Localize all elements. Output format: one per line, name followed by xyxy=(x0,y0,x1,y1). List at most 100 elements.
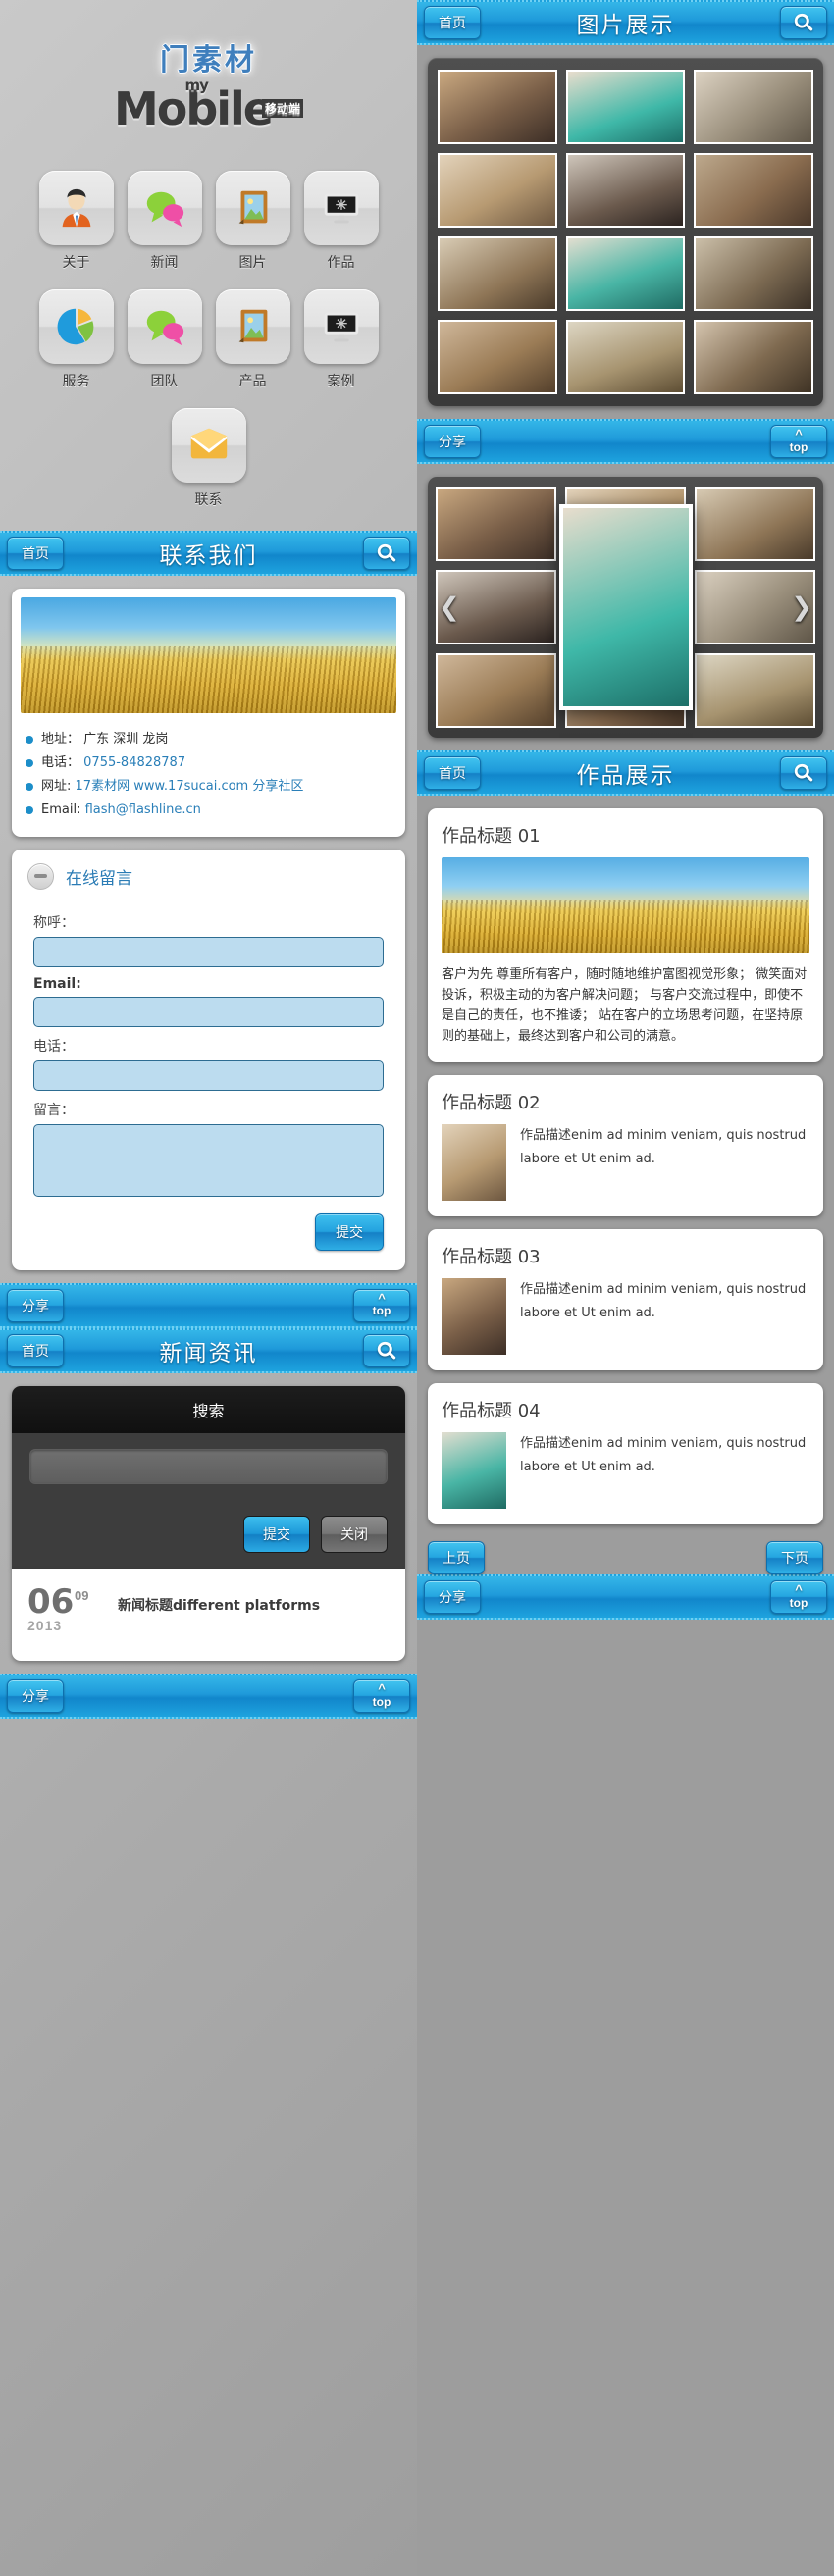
gallery-thumbnail[interactable] xyxy=(565,236,686,311)
app-root: 门素材 my Mobile移动端 关于 新闻 图片 作品 服务 团队 产品 案例… xyxy=(0,0,834,2576)
gallery-thumbnail[interactable] xyxy=(565,153,686,228)
share-button[interactable]: 分享 xyxy=(424,1580,481,1615)
grid-tile-pictures-box[interactable] xyxy=(215,171,290,245)
work-banner-image xyxy=(442,857,809,953)
search-button[interactable] xyxy=(363,1333,410,1367)
grid-tile-news[interactable]: 新闻 xyxy=(127,171,202,272)
grid-tile-products[interactable]: 产品 xyxy=(215,289,290,390)
back-to-top-button[interactable]: ^ top xyxy=(770,1580,827,1615)
grid-tile-label: 服务 xyxy=(62,374,90,389)
grid-tile-works-box[interactable] xyxy=(303,171,379,245)
work-item[interactable]: 作品标题 04 作品描述enim ad minim veniam, quis n… xyxy=(428,1383,823,1525)
search-button[interactable] xyxy=(780,756,827,790)
grid-tile-label: 联系 xyxy=(194,492,223,508)
prev-page-button[interactable]: 上页 xyxy=(428,1541,485,1575)
work-title: 作品标题 03 xyxy=(442,1247,541,1268)
grid-tile-contact-box[interactable] xyxy=(171,408,246,483)
work-row: 作品描述enim ad minim veniam, quis nostrud l… xyxy=(442,1432,809,1510)
work-item[interactable]: 作品标题 03 作品描述enim ad minim veniam, quis n… xyxy=(428,1229,823,1371)
carousel-thumbnail[interactable] xyxy=(436,487,556,561)
search-dialog-title: 搜索 xyxy=(12,1385,405,1433)
photo-frame-icon xyxy=(238,190,267,225)
contact-value: 广东 深圳 龙岗 xyxy=(83,732,169,747)
grid-tile-works[interactable]: 作品 xyxy=(303,171,379,272)
contact-value[interactable]: flash@flashline.cn xyxy=(85,802,201,817)
work-item[interactable]: 作品标题 01 客户为先 尊重所有客户，随时随地维护富图视觉形象； 微笑面对投诉… xyxy=(428,808,823,1063)
gallery-thumbnail[interactable] xyxy=(438,70,557,144)
gallery-thumbnail[interactable] xyxy=(694,236,814,311)
search-button[interactable] xyxy=(363,537,410,570)
back-to-top-button[interactable]: ^ top xyxy=(353,1288,410,1322)
gallery-thumbnail[interactable] xyxy=(565,70,686,144)
gallery-thumbnail[interactable] xyxy=(438,153,557,228)
top-label: top xyxy=(789,1595,808,1610)
name-input[interactable] xyxy=(33,936,384,967)
news-list-item[interactable]: 06 09 2013 新闻标题different platforms xyxy=(12,1568,405,1661)
home-button[interactable]: 首页 xyxy=(7,1333,64,1367)
carousel-thumbnail[interactable] xyxy=(436,653,556,728)
home-button[interactable]: 首页 xyxy=(7,537,64,570)
search-close-button[interactable]: 关闭 xyxy=(321,1515,388,1553)
site-logo: 门素材 my Mobile移动端 xyxy=(0,0,417,165)
right-column: 首页 图片展示 分享 ^ top ❮ ❯ 首页 作品展示 作品标题 01 客户为… xyxy=(417,0,834,2576)
back-to-top-button[interactable]: ^ top xyxy=(353,1678,410,1713)
submit-row: 提交 xyxy=(33,1206,384,1251)
search-dialog-body xyxy=(12,1432,405,1500)
carousel-prev-button[interactable]: ❮ xyxy=(439,592,460,623)
share-button[interactable]: 分享 xyxy=(7,1678,64,1713)
grid-tile-news-box[interactable] xyxy=(127,171,202,245)
search-submit-button[interactable]: 提交 xyxy=(243,1515,310,1553)
submit-button[interactable]: 提交 xyxy=(315,1212,384,1251)
left-column: 门素材 my Mobile移动端 关于 新闻 图片 作品 服务 团队 产品 案例… xyxy=(0,0,417,2576)
email-input[interactable] xyxy=(33,996,384,1027)
grid-tile-services[interactable]: 服务 xyxy=(38,289,114,390)
carousel-thumbnail[interactable] xyxy=(695,487,815,561)
grid-tile-contact[interactable]: 联系 xyxy=(171,408,246,509)
gallery-thumbnail[interactable] xyxy=(565,320,686,394)
news-day: 06 xyxy=(27,1581,75,1622)
work-description: 作品描述enim ad minim veniam, quis nostrud l… xyxy=(520,1436,807,1475)
photo-carousel[interactable]: ❮ ❯ xyxy=(428,477,823,738)
back-to-top-button[interactable]: ^ top xyxy=(770,425,827,458)
carousel-active-image[interactable] xyxy=(558,504,693,710)
search-icon xyxy=(794,763,813,782)
collapse-button[interactable] xyxy=(27,862,54,890)
pie-chart-icon xyxy=(57,308,93,345)
contact-item-phone: 电话： 0755-84828787 xyxy=(26,751,391,775)
share-button[interactable]: 分享 xyxy=(7,1288,64,1322)
grid-tile-team-box[interactable] xyxy=(127,289,202,364)
grid-tile-services-box[interactable] xyxy=(38,289,114,364)
user-icon xyxy=(62,188,90,228)
work-item[interactable]: 作品标题 02 作品描述enim ad minim veniam, quis n… xyxy=(428,1075,823,1217)
grid-tile-cases-box[interactable] xyxy=(303,289,379,364)
gallery-thumbnail[interactable] xyxy=(438,320,557,394)
chat-bubbles-icon xyxy=(146,310,183,346)
gallery-row xyxy=(438,153,814,228)
grid-tile-pictures[interactable]: 图片 xyxy=(215,171,290,272)
home-button[interactable]: 首页 xyxy=(424,756,481,790)
contact-value[interactable]: 17素材网 www.17sucai.com 分享社区 xyxy=(76,779,304,794)
grid-tile-about-box[interactable] xyxy=(38,171,114,245)
carousel-thumbnail[interactable] xyxy=(695,653,815,728)
search-button[interactable] xyxy=(780,6,827,39)
carousel-next-button[interactable]: ❯ xyxy=(791,592,812,623)
contact-value[interactable]: 0755-84828787 xyxy=(83,755,185,770)
grid-tile-team[interactable]: 团队 xyxy=(127,289,202,390)
gallery-thumbnail[interactable] xyxy=(694,70,814,144)
next-page-button[interactable]: 下页 xyxy=(766,1541,823,1575)
phone-input[interactable] xyxy=(33,1059,384,1091)
gallery-thumbnail[interactable] xyxy=(694,320,814,394)
share-button[interactable]: 分享 xyxy=(424,425,481,458)
minus-icon xyxy=(34,874,47,879)
grid-tile-cases[interactable]: 案例 xyxy=(303,289,379,390)
home-button[interactable]: 首页 xyxy=(424,6,481,39)
gallery-thumbnail[interactable] xyxy=(438,236,557,311)
gallery-thumbnail[interactable] xyxy=(694,153,814,228)
news-title: 新闻标题different platforms xyxy=(118,1597,321,1614)
grid-tile-products-box[interactable] xyxy=(215,289,290,364)
search-input[interactable] xyxy=(29,1448,388,1484)
gallery-section-bar: 首页 图片展示 xyxy=(417,0,834,45)
message-textarea[interactable] xyxy=(33,1123,384,1197)
grid-tile-about[interactable]: 关于 xyxy=(38,171,114,272)
work-thumbnail xyxy=(442,1432,506,1510)
